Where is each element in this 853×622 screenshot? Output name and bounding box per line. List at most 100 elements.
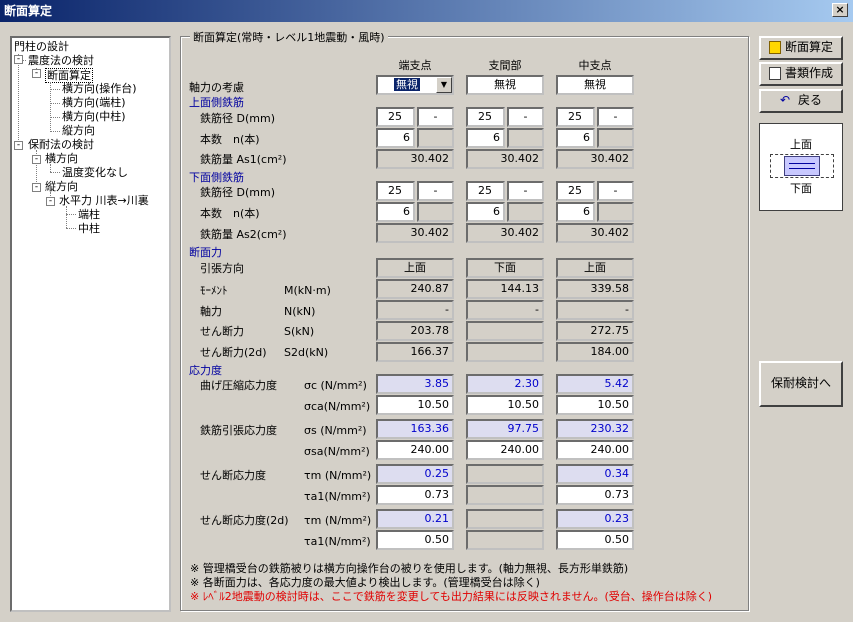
axial-value-span[interactable]: 無視 [466, 75, 544, 95]
lower-dia-sub-mid[interactable]: - [597, 181, 634, 201]
lower-count-end[interactable]: 6 [376, 202, 415, 222]
lower-dia-mid[interactable]: 25 [556, 181, 595, 201]
tree-toggle-seismic[interactable]: - [14, 55, 23, 64]
upper-dia-sub-mid[interactable]: - [597, 107, 634, 127]
lower-count-mid[interactable]: 6 [556, 202, 595, 222]
tree-node-no-temp-change[interactable]: 温度変化なし [62, 166, 128, 179]
tree-node-longitudinal[interactable]: 縦方向 [62, 124, 95, 137]
axial-force-unit: N(kN) [284, 305, 316, 318]
tau-a1-2-end[interactable]: 0.50 [376, 530, 454, 550]
tension-dir-mid: 上面 [556, 258, 634, 278]
tree-node-horizontal-force[interactable]: 水平力 川表→川裏 [59, 194, 149, 207]
upper-count-mid[interactable]: 6 [556, 128, 595, 148]
lower-count-label: 本数 n(本) [200, 207, 260, 220]
tree-node-section-calc[interactable]: 断面算定 [45, 68, 93, 83]
upper-dia-sub-end[interactable]: - [417, 107, 454, 127]
lower-area-label: 鉄筋量 As2(cm²) [200, 228, 287, 241]
note-cover: ※ 管理橋受台の鉄筋被りは横方向操作台の被りを使用します。(軸力無視、長方形単鉄… [190, 562, 629, 575]
window-title: 断面算定 [4, 4, 53, 18]
tree-node-lateral-mid-pillar[interactable]: 横方向(中柱) [62, 110, 126, 123]
bending-stress-label: 曲げ圧縮応力度 [200, 379, 277, 392]
tau-a1-2-unit: τa1(N/mm²) [304, 535, 371, 548]
chevron-down-icon[interactable]: ▼ [436, 77, 452, 93]
shear-force-end: 203.78 [376, 321, 454, 341]
diagram-top-label: 上面 [790, 138, 812, 151]
axial-value-mid[interactable]: 無視 [556, 75, 634, 95]
sigma-sa-span[interactable]: 240.00 [466, 440, 544, 460]
tree-toggle-lateral[interactable]: - [32, 155, 41, 164]
ductility-check-button[interactable]: 保耐検討へ [759, 361, 843, 407]
section-tree[interactable]: - 門柱の設計 震度法の検討 - 断面算定 横方向(操作台) 横方向(端柱) 横… [10, 36, 171, 612]
tree-node-end-pillar[interactable]: 端柱 [78, 208, 100, 221]
diagram-bottom-label: 下面 [790, 182, 812, 195]
tree-node-mid-pillar[interactable]: 中柱 [78, 222, 100, 235]
shear2d-force-span [466, 342, 544, 362]
note-level2-warning: ※ ﾚﾍﾞﾙ2地震動の検討時は、ここで鉄筋を変更しても出力結果には反映されません… [190, 590, 713, 603]
tau-a1-end[interactable]: 0.73 [376, 485, 454, 505]
tau-m2-end: 0.21 [376, 509, 454, 529]
lower-dia-label: 鉄筋径 D(mm) [200, 186, 275, 199]
sigma-sa-end[interactable]: 240.00 [376, 440, 454, 460]
upper-count-span[interactable]: 6 [466, 128, 505, 148]
lower-area-end: 30.402 [376, 223, 454, 243]
col-header-end-support: 端支点 [398, 59, 432, 72]
tree-toggle-horizontal[interactable]: - [46, 197, 55, 206]
tau-m-mid: 0.34 [556, 464, 634, 484]
axial-force-label: 軸力 [200, 305, 222, 318]
rebar-section-box [784, 156, 820, 176]
tau-a1-mid[interactable]: 0.73 [556, 485, 634, 505]
tau-a1-unit: τa1(N/mm²) [304, 490, 371, 503]
sigma-c-unit: σc (N/mm²) [304, 379, 367, 392]
sigma-s-span: 97.75 [466, 419, 544, 439]
create-docs-button[interactable]: 書類作成 [759, 62, 843, 86]
upper-area-span: 30.402 [466, 149, 544, 169]
upper-dia-end[interactable]: 25 [376, 107, 415, 127]
axial-select-end[interactable]: 無視 ▼ [376, 75, 454, 95]
upper-count-sub-mid [597, 128, 634, 148]
undo-arrow-icon: ↶ [779, 93, 791, 107]
shear-force-label: せん断力 [200, 325, 244, 338]
lower-rebar-title: 下面側鉄筋 [189, 171, 244, 184]
lower-dia-sub-span[interactable]: - [507, 181, 544, 201]
lower-count-span[interactable]: 6 [466, 202, 505, 222]
section-calc-button[interactable]: 断面算定 [759, 36, 843, 60]
sigma-ca-mid[interactable]: 10.50 [556, 395, 634, 415]
lower-count-sub-end [417, 202, 454, 222]
tension-dir-end: 上面 [376, 258, 454, 278]
tree-node-gate-pillar[interactable]: 門柱の設計 [14, 40, 69, 53]
tau-m2-unit: τm (N/mm²) [304, 514, 372, 527]
tau-m2-mid: 0.23 [556, 509, 634, 529]
sigma-ca-unit: σca(N/mm²) [304, 400, 371, 413]
upper-dia-mid[interactable]: 25 [556, 107, 595, 127]
tree-node-lateral-platform[interactable]: 横方向(操作台) [62, 82, 137, 95]
lower-dia-sub-end[interactable]: - [417, 181, 454, 201]
close-button[interactable]: × [832, 3, 848, 17]
back-button[interactable]: ↶ 戻る [759, 89, 843, 113]
document-edit-icon [768, 67, 781, 80]
moment-end: 240.87 [376, 279, 454, 299]
lower-rebar-line [789, 168, 815, 169]
upper-dia-span[interactable]: 25 [466, 107, 505, 127]
sigma-ca-end[interactable]: 10.50 [376, 395, 454, 415]
tree-toggle-section[interactable]: - [32, 69, 41, 78]
tree-node-seismic[interactable]: 震度法の検討 [28, 54, 94, 67]
tree-toggle-ductility[interactable]: - [14, 141, 23, 150]
tree-node-lateral-end-pillar[interactable]: 横方向(端柱) [62, 96, 126, 109]
tau-a1-2-mid[interactable]: 0.50 [556, 530, 634, 550]
force-title: 断面力 [189, 246, 222, 259]
upper-dia-sub-span[interactable]: - [507, 107, 544, 127]
upper-rebar-line [789, 163, 815, 164]
axial-force-end: - [376, 300, 454, 320]
section-diagram: 上面 下面 [759, 123, 843, 211]
sigma-c-mid: 5.42 [556, 374, 634, 394]
lower-dia-end[interactable]: 25 [376, 181, 415, 201]
tau-m-end: 0.25 [376, 464, 454, 484]
upper-rebar-title: 上面側鉄筋 [189, 96, 244, 109]
sigma-ca-span[interactable]: 10.50 [466, 395, 544, 415]
upper-count-end[interactable]: 6 [376, 128, 415, 148]
lower-dia-span[interactable]: 25 [466, 181, 505, 201]
tree-node-ductility[interactable]: 保耐法の検討 [28, 138, 94, 151]
tension-dir-label: 引張方向 [200, 262, 244, 275]
tree-toggle-longitudinal[interactable]: - [32, 183, 41, 192]
sigma-sa-mid[interactable]: 240.00 [556, 440, 634, 460]
